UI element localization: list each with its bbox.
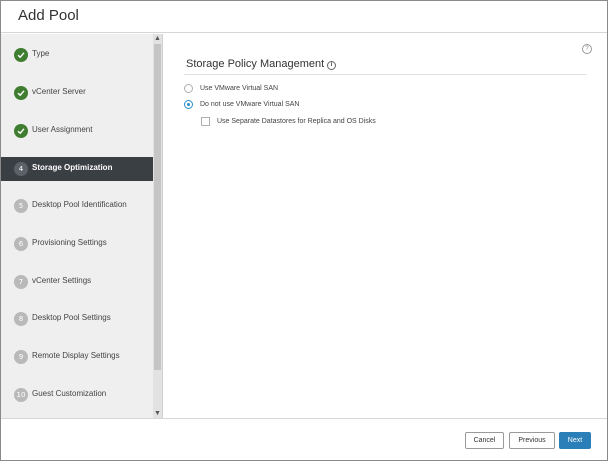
step-number-badge: 7 — [14, 275, 28, 289]
dialog-footer: Cancel Previous Next — [1, 418, 607, 460]
wizard-step[interactable]: User Assignment — [1, 119, 153, 143]
radio-do-not-use-vsan[interactable] — [184, 99, 193, 109]
add-pool-dialog: Add Pool Type vCenter Server User Assignme… — [0, 0, 608, 461]
radio-use-vsan[interactable] — [184, 83, 193, 93]
step-number-badge: 4 — [14, 162, 28, 176]
previous-button[interactable]: Previous — [509, 432, 555, 449]
next-button[interactable]: Next — [559, 432, 591, 449]
wizard-step[interactable]: 9 Remote Display Settings — [1, 345, 153, 369]
wizard-step-label: Storage Optimization — [32, 163, 113, 172]
checkbox-separate-datastores[interactable] — [201, 116, 210, 126]
help-icon[interactable]: ? — [582, 44, 592, 54]
cancel-button[interactable]: Cancel — [465, 432, 504, 449]
wizard-step-label: vCenter Settings — [32, 276, 92, 285]
scrollbar-thumb[interactable] — [154, 44, 161, 370]
wizard-step[interactable]: 5 Desktop Pool Identification — [1, 194, 153, 218]
wizard-steps-sidebar: Type vCenter Server User Assignment 4 Storag… — [1, 34, 163, 418]
scroll-down-icon[interactable]: ▼ — [153, 409, 162, 418]
option-label: Do not use VMware Virtual SAN — [200, 100, 300, 108]
checkbox-label: Use Separate Datastores for Replica and … — [217, 117, 376, 125]
wizard-step-label: Type — [32, 49, 50, 58]
option-label: Use VMware Virtual SAN — [200, 84, 279, 92]
step-number-badge: 5 — [14, 199, 28, 213]
section-divider — [184, 74, 587, 75]
option-do-not-use-vsan[interactable]: Do not use VMware Virtual SAN — [184, 98, 299, 110]
checkmark-icon — [14, 86, 28, 100]
wizard-step[interactable]: 4 Storage Optimization — [1, 157, 153, 181]
scroll-up-icon[interactable]: ▲ — [153, 34, 162, 43]
wizard-step[interactable]: 6 Provisioning Settings — [1, 232, 153, 256]
wizard-step-label: vCenter Server — [32, 87, 86, 96]
wizard-step[interactable]: Type — [1, 43, 153, 67]
wizard-step[interactable]: 8 Desktop Pool Settings — [1, 307, 153, 331]
wizard-step[interactable]: 7 vCenter Settings — [1, 270, 153, 294]
option-use-vsan[interactable]: Use VMware Virtual SAN — [184, 82, 278, 94]
wizard-step-label: Remote Display Settings — [32, 351, 120, 360]
step-number-badge: 9 — [14, 350, 28, 364]
sidebar-scrollbar[interactable]: ▲ ▼ — [153, 34, 162, 418]
dialog-titlebar: Add Pool — [1, 1, 607, 33]
wizard-step-label: Desktop Pool Identification — [32, 200, 127, 209]
step-number-badge: 6 — [14, 237, 28, 251]
wizard-step[interactable]: vCenter Server — [1, 81, 153, 105]
step-number-badge: 8 — [14, 312, 28, 326]
main-panel: ? Storage Policy Management i Use VMware… — [164, 34, 607, 418]
info-icon[interactable]: i — [327, 61, 336, 70]
wizard-step-label: Provisioning Settings — [32, 238, 107, 247]
wizard-step-label: User Assignment — [32, 125, 93, 134]
checkmark-icon — [14, 124, 28, 138]
option-separate-datastores[interactable]: Use Separate Datastores for Replica and … — [201, 115, 376, 127]
step-number-badge: 10 — [14, 388, 28, 402]
checkmark-icon — [14, 48, 28, 62]
wizard-step-label: Guest Customization — [32, 389, 107, 398]
dialog-title: Add Pool — [18, 7, 79, 24]
wizard-step[interactable]: 10 Guest Customization — [1, 383, 153, 407]
wizard-step-label: Desktop Pool Settings — [32, 313, 111, 322]
section-title: Storage Policy Management — [186, 58, 325, 70]
